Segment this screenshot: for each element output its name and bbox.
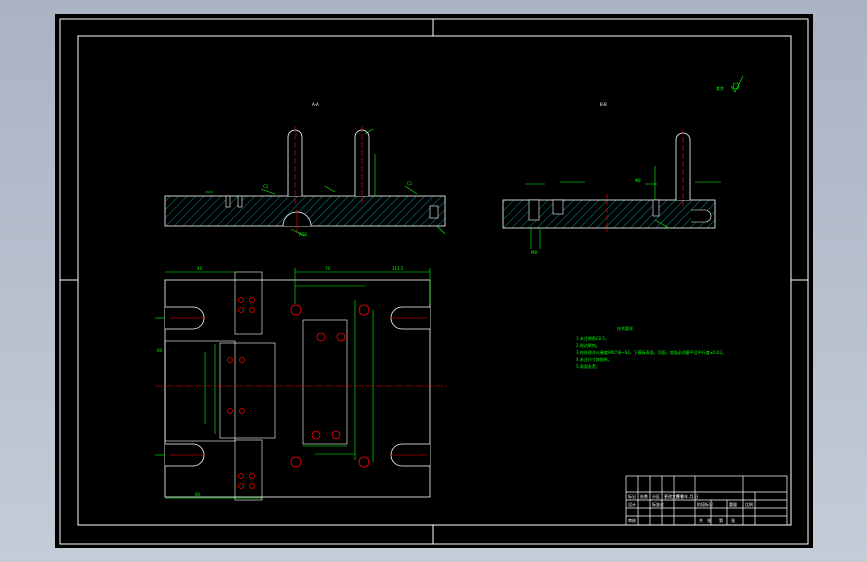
note-3: 3.热处理淬火硬度HRC58~62，下模板表面、顶面、底面必须磨平及平行度≤0.… [576, 349, 726, 355]
svg-text:比例: 比例 [745, 501, 753, 507]
svg-text:签名: 签名 [676, 493, 684, 499]
svg-text:审核: 审核 [628, 517, 636, 523]
svg-text:处数: 处数 [640, 493, 648, 499]
svg-text:共: 共 [699, 517, 703, 523]
svg-text:张: 张 [731, 517, 735, 523]
svg-text:设计: 设计 [628, 501, 636, 507]
drawing-svg: A-A R10 C1 C1 B-B M8 Φ8 其余 40 70 111.5 6… [59, 18, 809, 545]
plan-view-plate [155, 271, 447, 501]
view-label-b: B-B [600, 102, 607, 107]
note-5: 5.表面发黑。 [576, 363, 600, 369]
svg-text:标准化: 标准化 [652, 501, 664, 507]
dim-label-a3: C1 [407, 181, 413, 186]
dim-label-b1: M8 [531, 250, 537, 255]
svg-text:重量: 重量 [729, 501, 737, 507]
dim-label-b2: Φ8 [635, 178, 641, 183]
svg-text:年.月.日: 年.月.日 [684, 493, 699, 499]
note-2: 2.锐边倒钝。 [576, 342, 600, 348]
technical-notes: 技术要求 1.未注倒角C0.5。 2.锐边倒钝。 3.热处理淬火硬度HRC58~… [576, 325, 726, 369]
svg-text:标记: 标记 [628, 493, 636, 499]
roughness-symbol: 其余 [716, 75, 744, 93]
section-b-plate [502, 129, 716, 232]
svg-text:分区: 分区 [652, 493, 660, 499]
svg-text:张: 张 [707, 517, 711, 523]
cad-drawing-canvas[interactable]: A-A R10 C1 C1 B-B M8 Φ8 其余 40 70 111.5 6… [55, 14, 813, 548]
dim-label-a1: R10 [299, 232, 307, 237]
note-1: 1.未注倒角C0.5。 [576, 335, 609, 341]
note-4: 4.未注尺寸按图纸。 [576, 356, 612, 362]
dim-label-p2: 70 [325, 266, 331, 271]
view-label-a: A-A [312, 102, 319, 107]
dim-label-p4: 60 [195, 492, 201, 497]
dim-label-p5: 60 [157, 348, 163, 353]
notes-title: 技术要求 [617, 325, 633, 331]
svg-text:阶段标记: 阶段标记 [697, 501, 713, 507]
section-a-plate [164, 126, 446, 234]
svg-text:第: 第 [719, 517, 723, 523]
dim-label-p3: 111.5 [392, 266, 404, 271]
svg-text:其余: 其余 [716, 85, 724, 91]
dim-label-p1: 40 [197, 266, 203, 271]
dim-label-a2: C1 [263, 184, 269, 189]
